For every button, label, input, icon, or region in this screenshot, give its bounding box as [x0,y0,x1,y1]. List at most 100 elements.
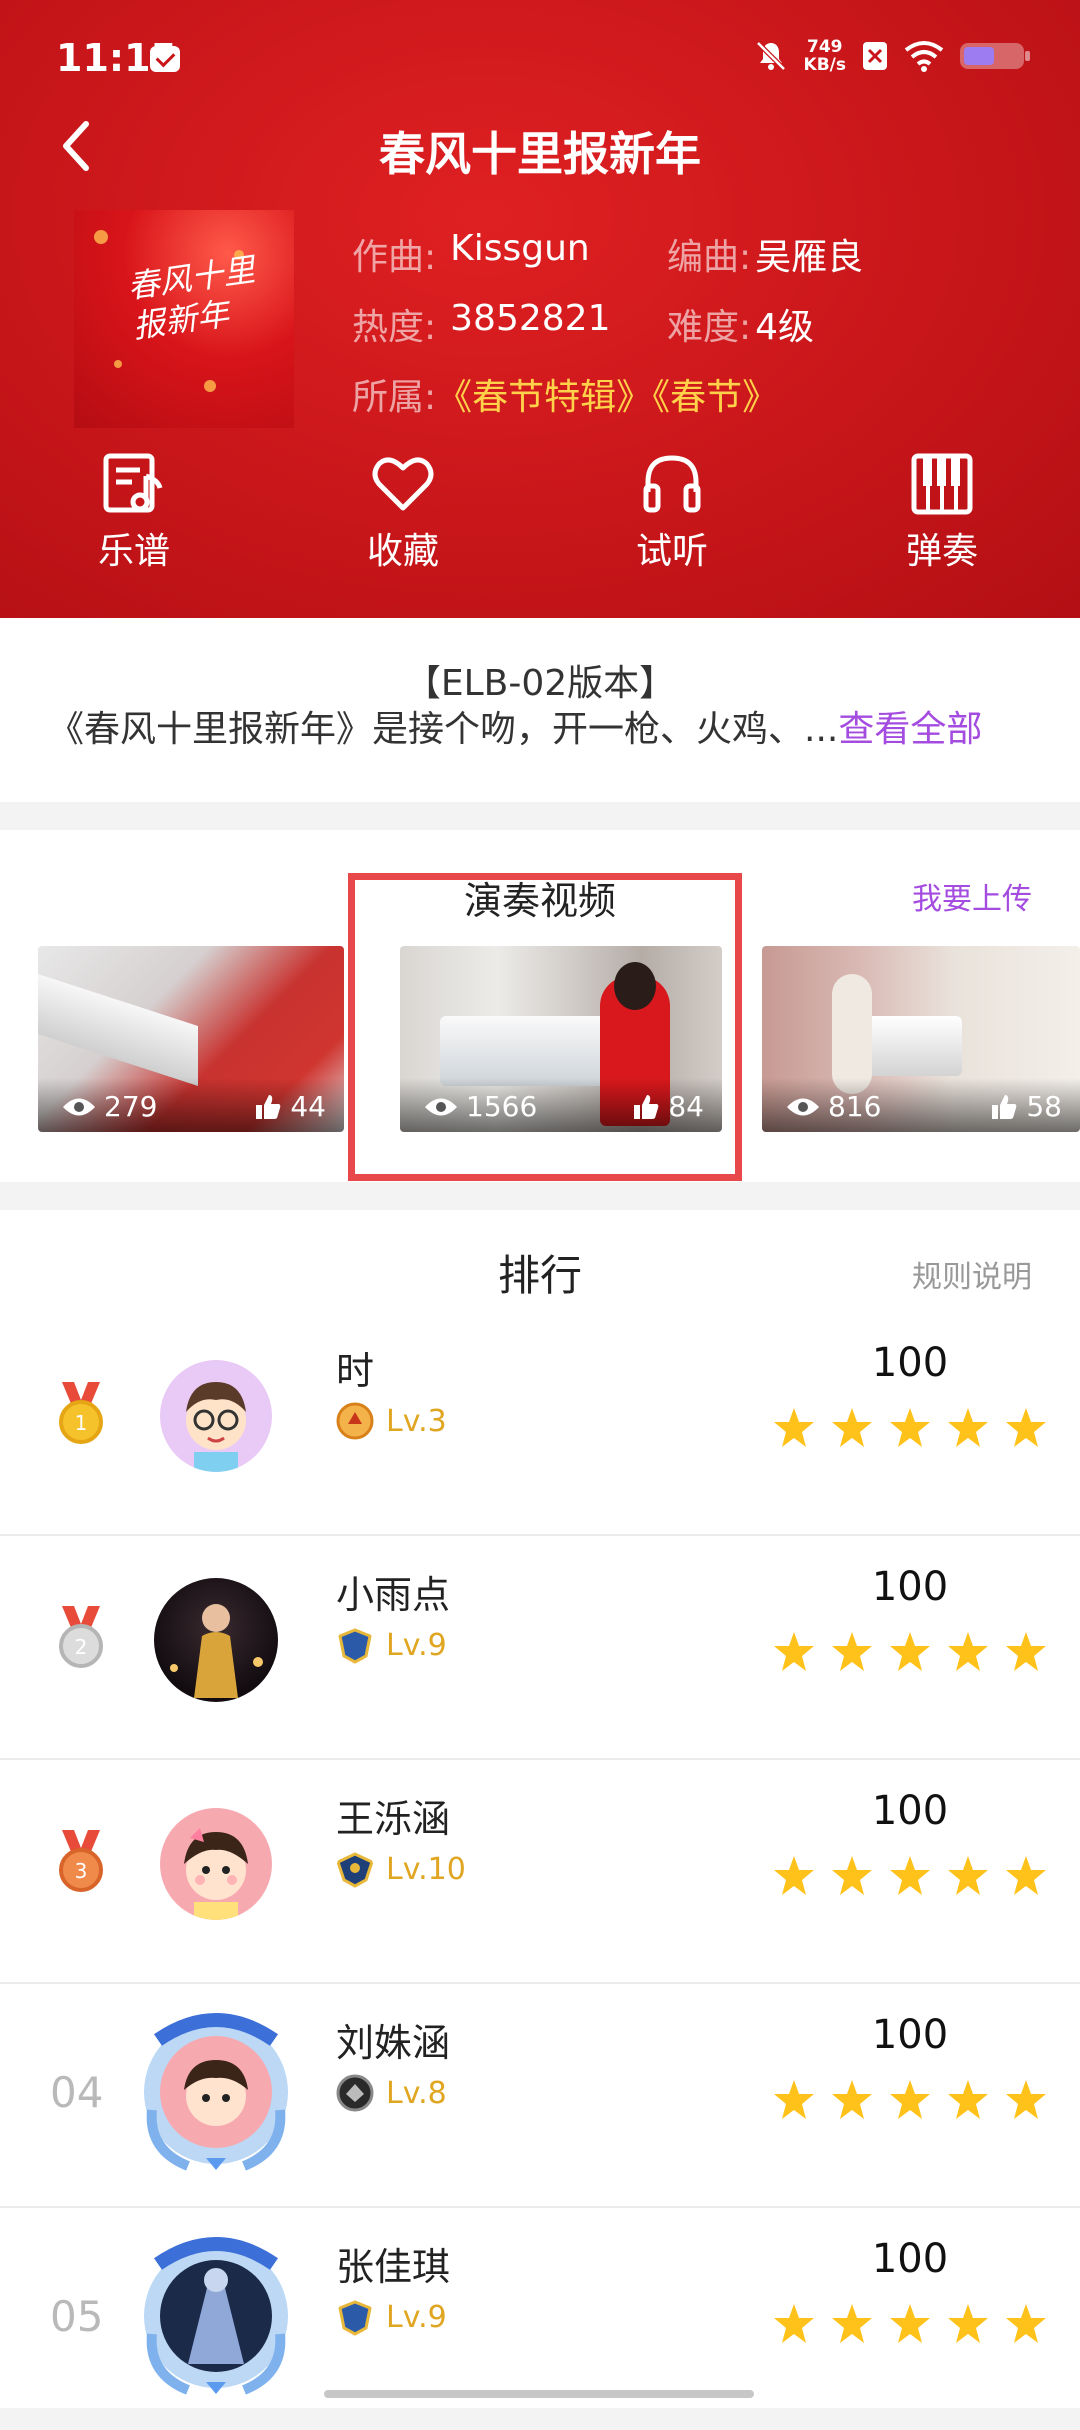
score: 100 [871,1788,949,1834]
info-row-collection: 所属: 《春节特辑》《春节》 [352,368,863,438]
star-rating [772,1630,1048,1674]
ranking-row[interactable]: 1 时 Lv.3 100 [0,1310,1080,1536]
star-icon [948,2304,988,2343]
song-description: 【ELB-02版本】 《春风十里报新年》是接个吻，开一枪、火鸡、...查看全部 [0,618,1080,802]
view-count: 816 [786,1090,881,1123]
star-icon [774,1632,814,1671]
belongs-collections-link[interactable]: 《春节特辑》《春节》 [436,368,778,438]
view-count: 279 [62,1090,157,1123]
level-text: Lv.9 [386,1627,447,1663]
star-icon [832,1408,872,1447]
cover-light-dot [94,230,108,244]
play-piano-button[interactable]: 弹奏 [862,452,1022,574]
user-level: Lv.9 [336,2298,447,2336]
avatar[interactable] [160,1808,272,1920]
photo-avatar [170,1604,263,1698]
star-icon [1006,1408,1046,1447]
star-icon [832,1632,872,1671]
view-all-link[interactable]: 查看全部 [838,709,982,750]
belongs-label: 所属: [352,377,437,418]
level-badge-icon [336,1402,374,1440]
level-badge-icon [336,1852,374,1888]
like-count: 44 [254,1090,326,1123]
rules-link[interactable]: 规则说明 [912,1252,1032,1296]
video-stats: 816 58 [762,1078,1080,1132]
action-bar: 乐谱 收藏 试听 弹奏 [0,452,1080,592]
network-speed-value: 749 [807,37,843,57]
video-stats: 279 44 [38,1078,344,1132]
view-count-value: 279 [104,1090,158,1123]
message-notification-icon [150,46,180,72]
user-name: 张佳琪 [336,2245,451,2289]
star-icon [948,1632,988,1671]
composer-value: Kissgun [450,228,590,269]
home-indicator[interactable] [324,2390,754,2398]
level-badge-icon [338,2300,372,2336]
difficulty-value: 4级 [755,307,815,348]
video-thumbnail[interactable]: 279 44 [38,946,344,1132]
user-level: Lv.3 [336,1402,447,1440]
medal-rank-number: 2 [75,1635,88,1659]
star-icon [948,2080,988,2119]
user-name: 刘姝涵 [336,2021,451,2065]
star-icon [1006,1632,1046,1671]
network-speed-unit: KB/s [803,55,846,75]
song-cover-image: 春风十里报新年 [74,210,294,428]
ranking-row[interactable]: 04 刘姝涵 Lv.8 100 [0,1982,1080,2208]
score: 100 [871,2012,949,2058]
like-count-value: 44 [290,1090,326,1123]
star-icon [1006,2080,1046,2119]
medal-rank-number: 3 [75,1859,88,1883]
wifi-icon [904,41,944,72]
level-text: Lv.8 [386,2075,447,2111]
video-thumbnail[interactable]: 816 58 [762,946,1080,1132]
level-badge-icon [336,2074,374,2112]
ranking-row[interactable]: 3 王泺涵 Lv.10 100 [0,1758,1080,1984]
star-icon [774,2080,814,2119]
song-header: 11:15 749 KB/s 春风十里报新年 春风十里报新年 作曲: Kissg… [0,0,1080,618]
keyboard-graphic [38,974,198,1086]
star-icon [890,1408,930,1447]
action-label: 试听 [635,531,708,572]
preview-listen-button[interactable]: 试听 [592,452,752,574]
star-icon [890,2080,930,2119]
score: 100 [871,1340,949,1386]
network-speed: 749 KB/s [804,38,846,74]
description-text: 《春风十里报新年》是接个吻，开一枪、火鸡、... [48,709,839,750]
user-name: 时 [336,1349,375,1393]
info-row-credits: 作曲: Kissgun 编曲: 吴雁良 [352,228,863,298]
difficulty-label: 难度: [667,307,752,348]
favorite-button[interactable]: 收藏 [323,452,483,574]
view-count-value: 816 [828,1090,882,1123]
user-name: 王泺涵 [336,1797,451,1841]
avatar[interactable] [160,1360,272,1472]
cover-title-text: 春风十里报新年 [125,250,258,346]
cartoon-girl-avatar [184,1828,248,1920]
info-row-stats: 热度: 3852821 难度: 4级 [352,298,863,368]
avatar[interactable] [154,1578,278,1702]
star-icon [948,1856,988,1895]
star-icon [948,1408,988,1447]
sheet-music-button[interactable]: 乐谱 [54,452,214,574]
user-level: Lv.9 [336,1626,447,1664]
star-icon [890,1856,930,1895]
ranking-row[interactable]: 2 小雨点 Lv.9 100 [0,1534,1080,1760]
star-icon [832,2304,872,2343]
user-name: 小雨点 [336,1573,451,1617]
gold-medal-icon: 1 [59,1382,103,1444]
star-rating [772,1854,1048,1898]
composer-label: 作曲: [352,237,437,278]
upload-video-link[interactable]: 我要上传 [912,874,1032,918]
rank-number: 04 [50,2068,104,2117]
description-text-line: 《春风十里报新年》是接个吻，开一枪、火鸡、...查看全部 [48,700,982,752]
headphones-icon [643,455,701,513]
popularity-value: 3852821 [450,298,611,339]
sim-off-icon [863,42,887,70]
song-info: 作曲: Kissgun 编曲: 吴雁良 热度: 3852821 难度: 4级 所… [352,228,863,438]
avatar-frame-badge [144,2237,288,2395]
cartoon-boy-avatar [186,1382,246,1472]
arranger-value: 吴雁良 [755,237,864,278]
star-icon [1006,2304,1046,2343]
bronze-medal-icon: 3 [59,1830,103,1892]
silver-medal-icon: 2 [59,1606,103,1668]
